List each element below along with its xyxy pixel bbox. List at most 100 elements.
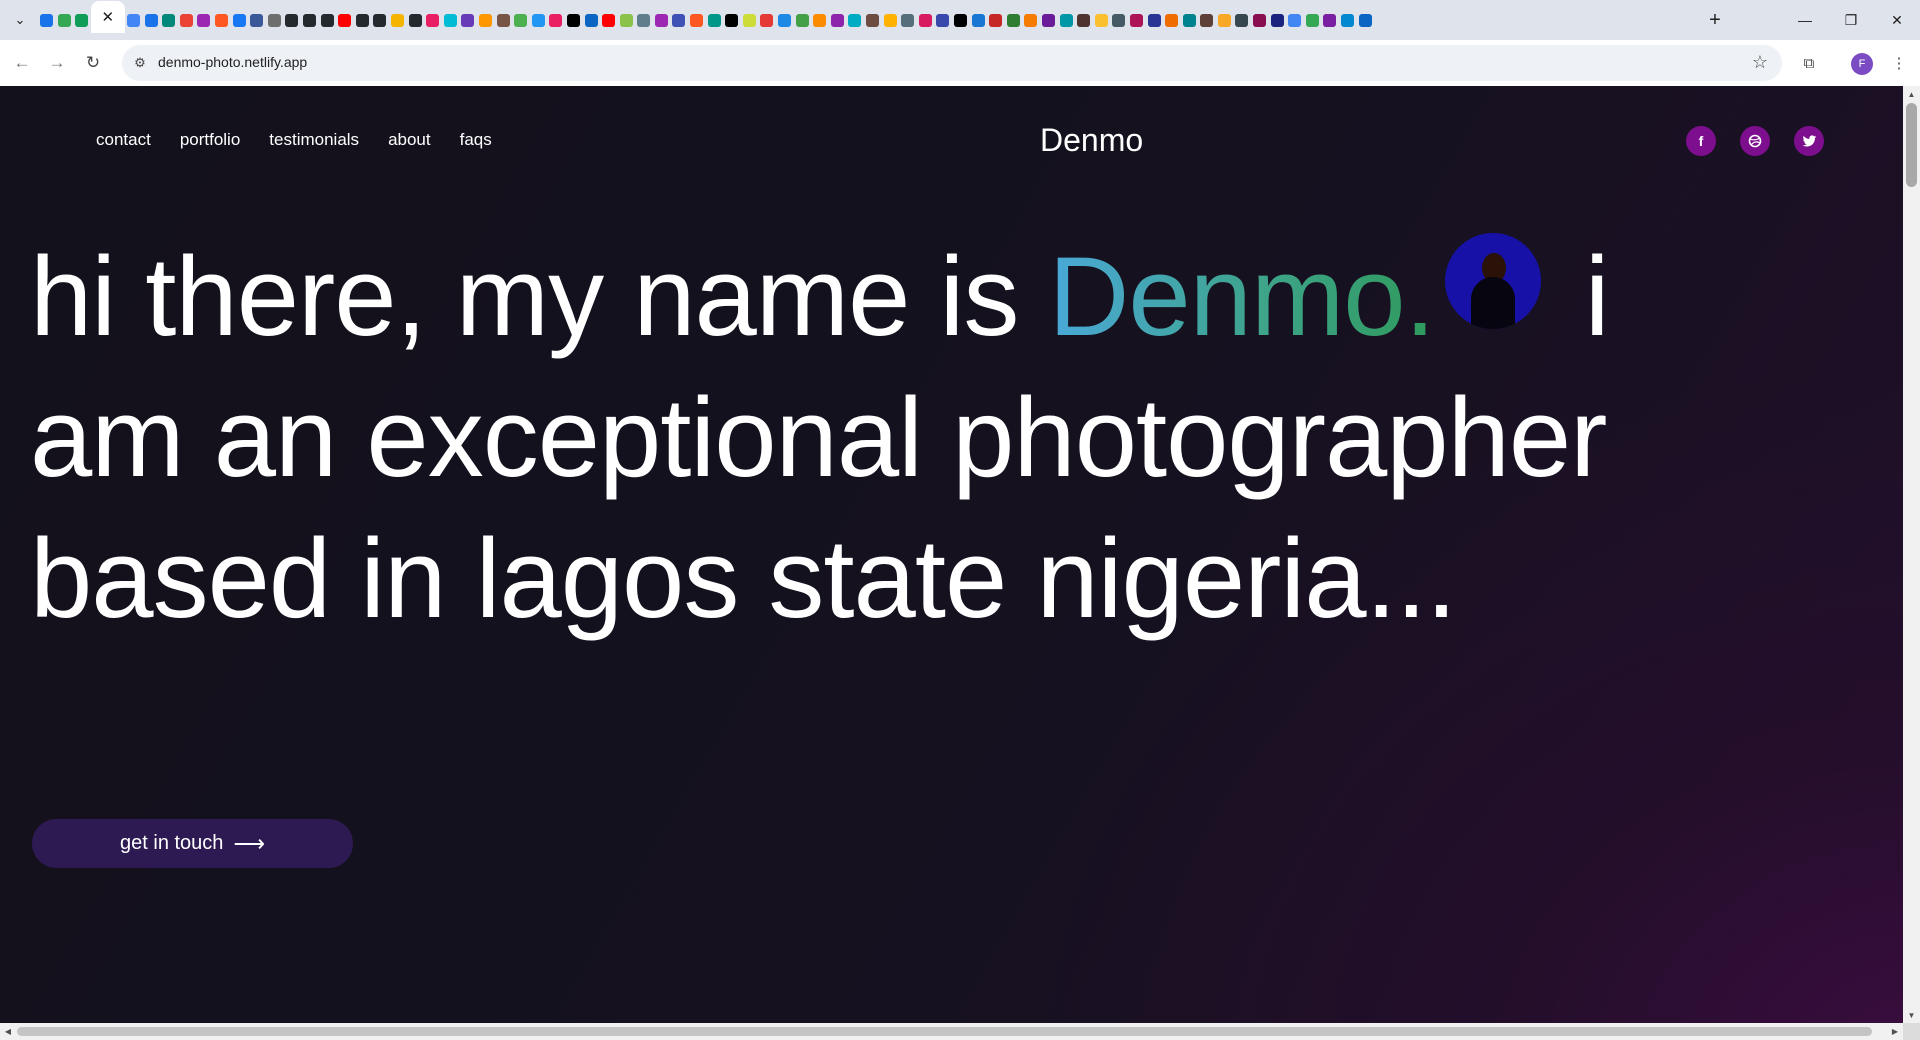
tab-search-chevron-icon[interactable]: ⌄ [8,9,32,31]
pinned-tab[interactable] [354,7,372,33]
pinned-tab[interactable] [1268,7,1286,33]
active-tab-close-icon[interactable]: ✕ [90,1,125,33]
pinned-tab[interactable] [864,7,882,33]
pinned-tab[interactable] [1286,7,1304,33]
nav-link-contact[interactable]: contact [96,130,151,150]
pinned-tab[interactable] [1198,7,1216,33]
pinned-tab[interactable] [477,7,495,33]
pinned-tab[interactable] [301,7,319,33]
get-in-touch-button[interactable]: get in touch ⟶ [32,819,353,868]
pinned-tab[interactable] [1145,7,1163,33]
pinned-tab[interactable] [1233,7,1251,33]
nav-link-testimonials[interactable]: testimonials [269,130,359,150]
brand-logo[interactable]: Denmo [1040,122,1143,159]
forward-arrow-icon[interactable]: → [43,49,71,77]
pinned-tab[interactable] [1339,7,1357,33]
scroll-up-icon[interactable]: ▲ [1903,86,1920,102]
pinned-tab[interactable] [1004,7,1022,33]
pinned-tab[interactable] [829,7,847,33]
scroll-down-icon[interactable]: ▼ [1903,1007,1920,1023]
pinned-tab[interactable] [670,7,688,33]
pinned-tab[interactable] [600,7,618,33]
pinned-tab[interactable] [1022,7,1040,33]
pinned-tab[interactable] [318,7,336,33]
pinned-tab[interactable] [441,7,459,33]
pinned-tab[interactable] [424,7,442,33]
address-bar[interactable]: ⚙ denmo-photo.netlify.app ☆ [122,45,1782,81]
pinned-tab[interactable] [776,7,794,33]
pinned-tab[interactable] [1163,7,1181,33]
horizontal-scrollbar[interactable]: ◀ ▶ [0,1023,1903,1040]
pinned-tab[interactable] [1128,7,1146,33]
twitter-icon[interactable] [1794,126,1824,156]
reload-icon[interactable]: ↻ [79,49,107,77]
nav-link-about[interactable]: about [388,130,431,150]
pinned-tab[interactable] [283,7,301,33]
pinned-tab[interactable] [529,7,547,33]
profile-avatar[interactable]: F [1851,53,1873,75]
site-info-icon[interactable]: ⚙ [130,53,150,73]
pinned-tab[interactable] [547,7,565,33]
close-window-button[interactable]: ✕ [1874,0,1920,40]
pinned-tab[interactable] [1304,7,1322,33]
scroll-left-icon[interactable]: ◀ [0,1023,16,1040]
pinned-tab[interactable] [230,7,248,33]
pinned-tab[interactable] [160,7,178,33]
dribbble-icon[interactable] [1740,126,1770,156]
pinned-tab[interactable] [705,7,723,33]
pinned-tab[interactable] [142,7,160,33]
back-arrow-icon[interactable]: ← [8,49,36,77]
pinned-tab[interactable] [653,7,671,33]
pinned-tab[interactable] [723,7,741,33]
minimize-button[interactable]: — [1782,0,1828,40]
bookmark-star-icon[interactable]: ☆ [1752,52,1768,73]
pinned-tab[interactable] [1057,7,1075,33]
pinned-tab[interactable] [582,7,600,33]
pinned-tab[interactable] [459,7,477,33]
pinned-tab[interactable] [846,7,864,33]
scroll-right-icon[interactable]: ▶ [1887,1023,1903,1040]
pinned-tab[interactable] [1075,7,1093,33]
pinned-tab[interactable] [635,7,653,33]
menu-kebab-icon[interactable]: ⋮ [1887,51,1911,75]
pinned-tab[interactable] [987,7,1005,33]
pinned-tab[interactable] [1092,7,1110,33]
pinned-tab[interactable] [512,7,530,33]
pinned-tab[interactable] [688,7,706,33]
pinned-tab[interactable] [811,7,829,33]
pinned-tab[interactable] [56,7,74,33]
extensions-icon[interactable]: ⧉ [1797,51,1821,75]
pinned-tab[interactable] [952,7,970,33]
pinned-tab[interactable] [899,7,917,33]
pinned-tab[interactable] [1321,7,1339,33]
pinned-tab[interactable] [565,7,583,33]
pinned-tab[interactable] [178,7,196,33]
pinned-tab[interactable] [793,7,811,33]
pinned-tab[interactable] [1040,7,1058,33]
pinned-tab[interactable] [1216,7,1234,33]
pinned-tab[interactable] [38,7,56,33]
pinned-tab[interactable] [371,7,389,33]
pinned-tab[interactable] [1356,7,1374,33]
facebook-icon[interactable]: f [1686,126,1716,156]
horizontal-scroll-thumb[interactable] [17,1027,1872,1036]
pinned-tab[interactable] [617,7,635,33]
nav-link-faqs[interactable]: faqs [460,130,492,150]
pinned-tab[interactable] [406,7,424,33]
new-tab-button[interactable]: + [1703,8,1727,32]
restore-button[interactable]: ❐ [1828,0,1874,40]
vertical-scrollbar[interactable]: ▲ ▼ [1903,86,1920,1023]
pinned-tab[interactable] [73,7,91,33]
pinned-tab[interactable] [389,7,407,33]
pinned-tab[interactable] [125,7,143,33]
vertical-scroll-thumb[interactable] [1906,103,1917,187]
pinned-tab[interactable] [1180,7,1198,33]
pinned-tab[interactable] [1251,7,1269,33]
pinned-tab[interactable] [494,7,512,33]
pinned-tab[interactable] [1110,7,1128,33]
pinned-tab[interactable] [881,7,899,33]
pinned-tab[interactable] [758,7,776,33]
nav-link-portfolio[interactable]: portfolio [180,130,240,150]
pinned-tab[interactable] [934,7,952,33]
pinned-tab[interactable] [213,7,231,33]
